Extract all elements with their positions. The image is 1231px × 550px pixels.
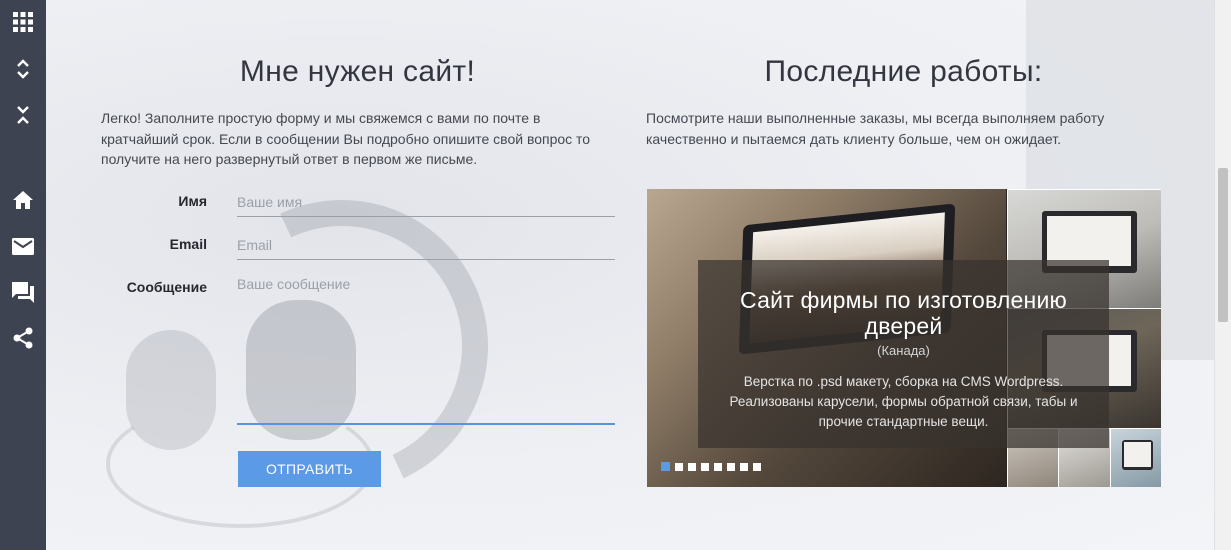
slider-dot[interactable] [688,463,696,471]
slider-dot[interactable] [740,463,748,471]
collapse-icon[interactable] [0,99,46,131]
slider-dot[interactable] [753,463,761,471]
apps-grid-icon[interactable] [0,6,46,38]
portfolio-description: Посмотрите наши выполненные заказы, мы в… [646,110,1105,147]
slide-description: Верстка по .psd макету, сборка на CMS Wo… [729,374,1078,429]
home-icon[interactable] [0,184,46,216]
scrollbar-thumb[interactable] [1218,168,1228,322]
slider-dot[interactable] [701,463,709,471]
slide-caption: Сайт фирмы по изготовлению дверей (Канад… [698,260,1109,448]
contact-title: Мне нужен сайт! [239,55,476,88]
page-scrollbar[interactable] [1214,0,1231,550]
submit-button[interactable]: ОТПРАВИТЬ [238,451,381,487]
mail-icon[interactable] [0,230,46,262]
expand-icon[interactable] [0,53,46,85]
name-label: Имя [178,193,207,209]
slide-thumbnail[interactable] [1110,428,1161,487]
portfolio-slider[interactable]: Сайт фирмы по изготовлению дверей (Канад… [647,189,1161,487]
slider-dot[interactable] [661,462,670,471]
portfolio-title: Последние работы: [764,55,1043,88]
message-label: Сообщение [126,279,207,295]
name-input[interactable] [237,188,615,217]
slider-dot[interactable] [714,463,722,471]
share-icon[interactable] [0,322,46,354]
slide-title: Сайт фирмы по изготовлению дверей [740,287,1067,339]
slider-dot[interactable] [675,463,683,471]
message-textarea[interactable] [237,276,615,425]
email-row: Email [100,231,616,261]
name-row: Имя [100,188,616,218]
email-label: Email [169,236,207,252]
slider-pagination [661,462,761,471]
email-input[interactable] [237,231,615,260]
chat-icon[interactable] [0,276,46,308]
slider-dot[interactable] [727,463,735,471]
message-row: Сообщение [100,276,616,426]
contact-description: Легко! Заполните простую форму и мы свяж… [101,110,591,167]
sidebar [0,0,46,550]
slide-subtitle: (Канада) [877,343,930,358]
